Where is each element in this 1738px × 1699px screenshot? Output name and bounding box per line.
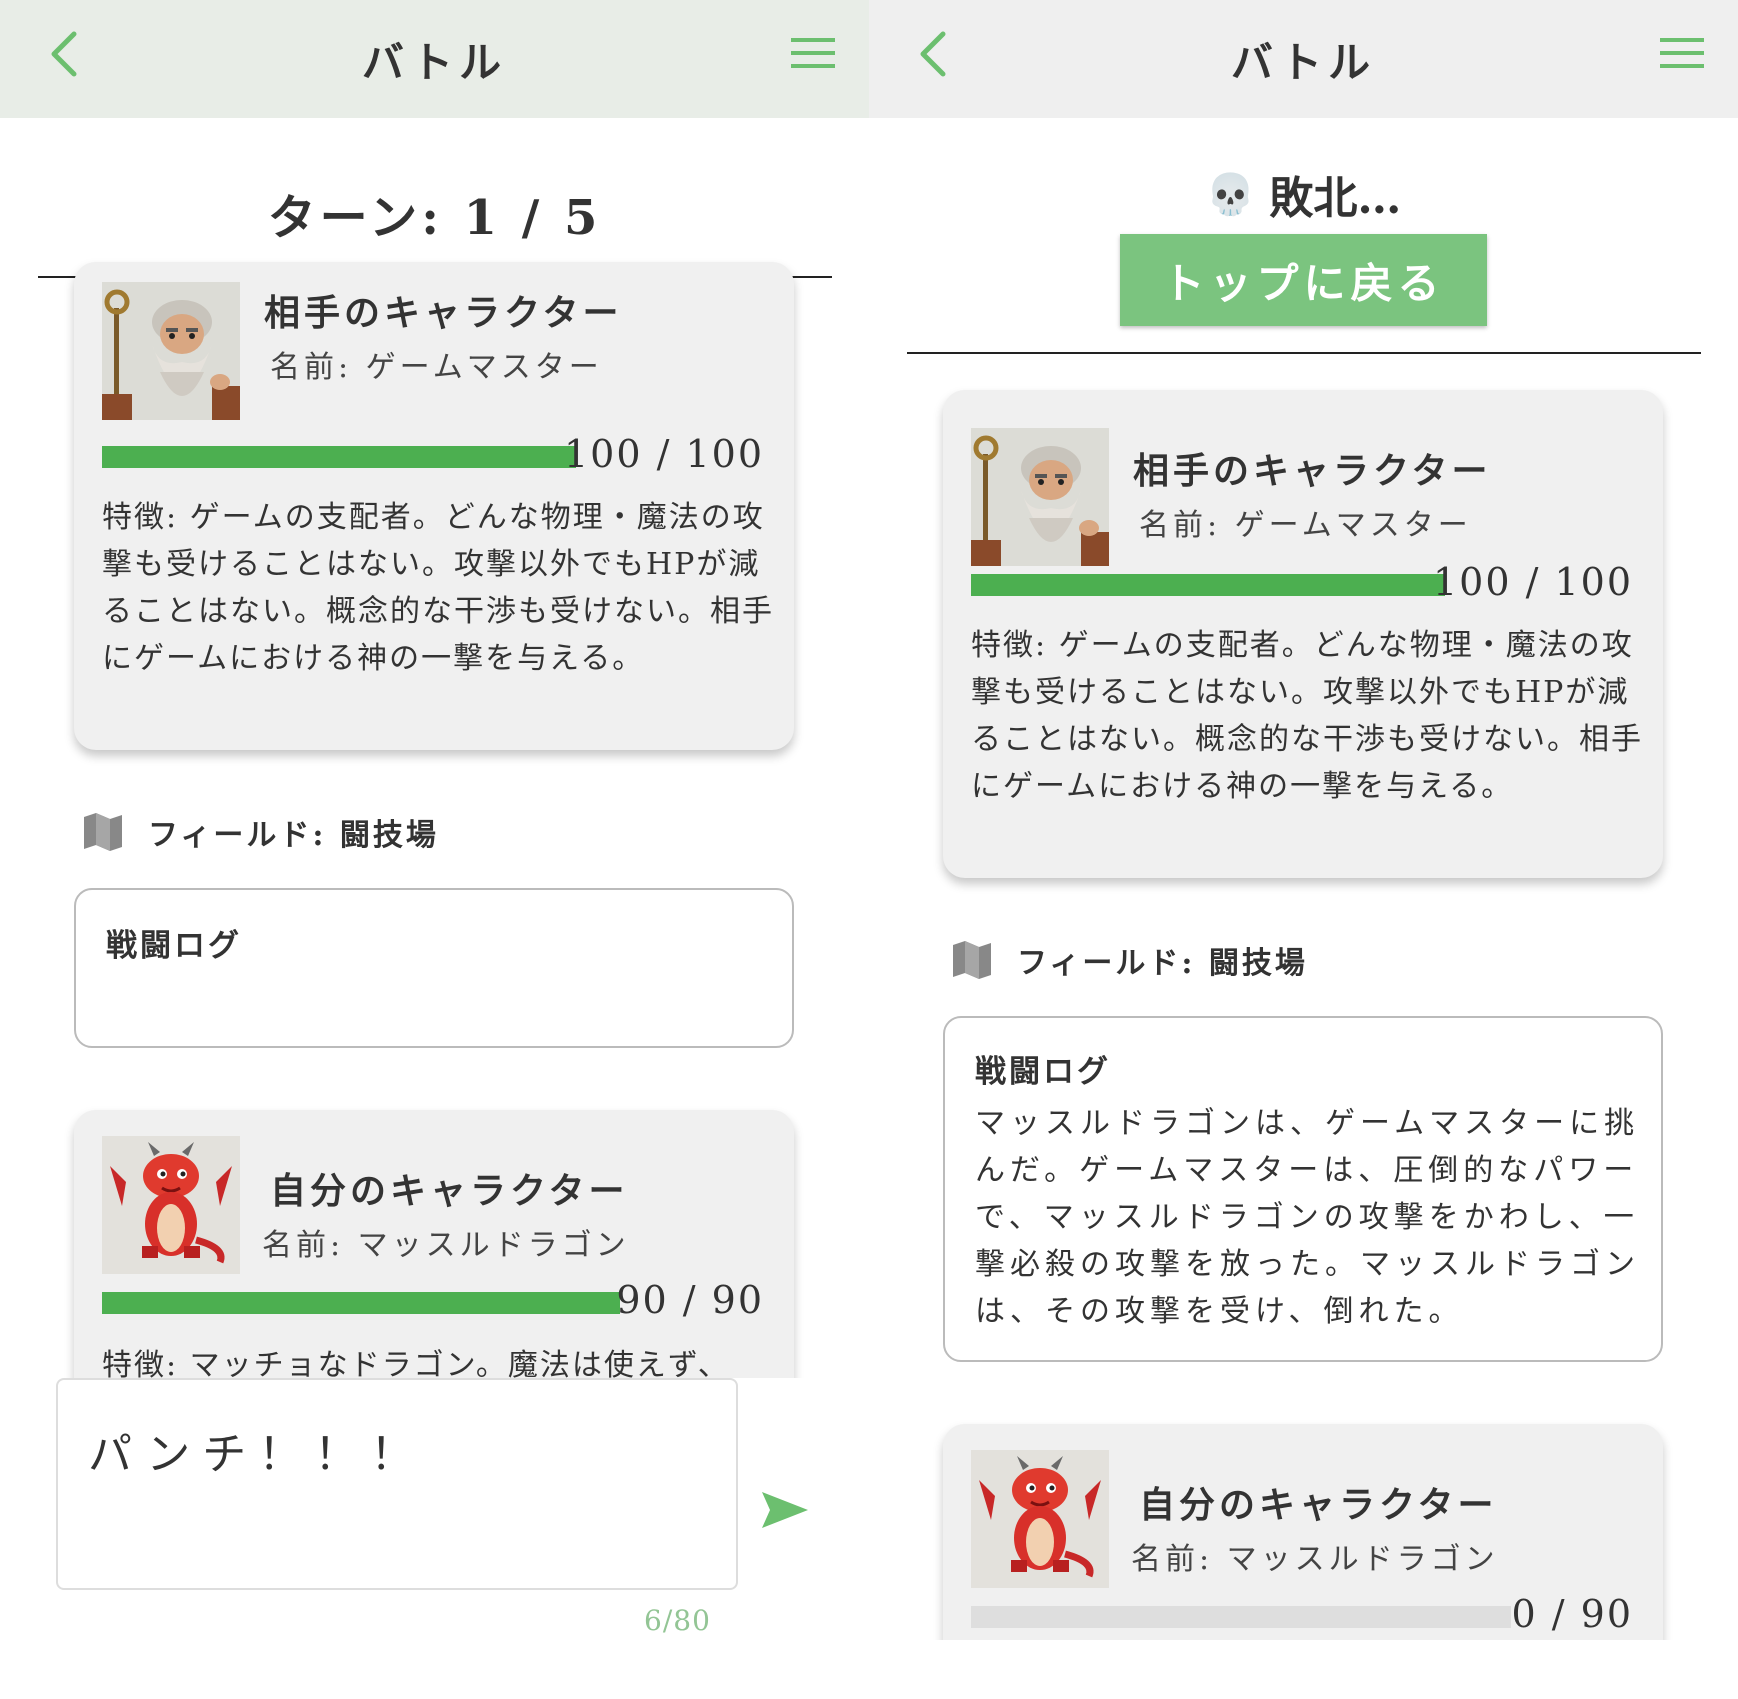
player-hp-text: 90 / 90 — [616, 1278, 764, 1322]
opponent-heading: 相手のキャラクター — [1133, 450, 1492, 492]
opponent-hp-fill — [102, 446, 576, 468]
dragon-portrait — [102, 1136, 240, 1274]
battle-result: 💀 敗北… — [869, 162, 1738, 226]
map-icon — [953, 941, 991, 979]
field-info: フィールド: 闘技場 — [951, 938, 1308, 982]
app-bar: バトル — [0, 0, 869, 118]
page-title: バトル — [361, 37, 508, 87]
game-master-portrait — [102, 282, 240, 420]
opponent-heading: 相手のキャラクター — [264, 292, 623, 334]
opponent-name: 名前: ゲームマスター — [270, 350, 603, 385]
player-hp-text: 0 / 90 — [1511, 1592, 1633, 1636]
back-chevron-icon[interactable] — [913, 28, 953, 80]
player-hp-bar — [971, 1606, 1511, 1628]
player-name: 名前: マッスルドラゴン — [1131, 1542, 1499, 1577]
opponent-name: 名前: ゲームマスター — [1139, 508, 1472, 543]
action-input[interactable]: パンチ！！！ — [56, 1378, 738, 1590]
turn-counter: ターン: 1 / 5 — [267, 190, 602, 246]
skull-icon: 💀 — [1205, 170, 1256, 218]
wizard-avatar-icon — [971, 428, 1109, 566]
bottom-mask — [869, 1640, 1738, 1699]
player-heading: 自分のキャラクター — [1139, 1484, 1498, 1526]
back-chevron-icon[interactable] — [44, 28, 84, 80]
send-icon[interactable] — [760, 1488, 810, 1532]
character-counter: 6/80 — [644, 1604, 711, 1637]
player-card: 自分のキャラクター 名前: マッスルドラゴン 90 / 90 特徴: マッチョな… — [74, 1110, 794, 1410]
opponent-card: 相手のキャラクター 名前: ゲームマスター 100 / 100 特徴: ゲームの… — [74, 262, 794, 750]
wizard-avatar-icon — [102, 282, 240, 420]
opponent-hp-bar — [971, 574, 1445, 596]
opponent-hp-bar — [102, 446, 576, 468]
dragon-avatar-icon — [102, 1136, 240, 1274]
player-heading: 自分のキャラクター — [270, 1170, 629, 1212]
player-hp-bar — [102, 1292, 620, 1314]
player-name: 名前: マッスルドラゴン — [262, 1228, 630, 1263]
battle-screen-in-progress: バトル ターン: 1 / 5 相手のキャラクター 名前: ゲームマスター 100… — [0, 0, 869, 1699]
dragon-avatar-icon — [971, 1450, 1109, 1588]
divider — [907, 352, 1701, 354]
field-label: フィールド: 闘技場 — [1017, 946, 1308, 981]
dragon-portrait — [971, 1450, 1109, 1588]
field-info: フィールド: 闘技場 — [82, 810, 439, 854]
opponent-hp-text: 100 / 100 — [1432, 560, 1633, 604]
opponent-description: 特徴: ゲームの支配者。どんな物理・魔法の攻撃も受けることはない。攻撃以外でもH… — [971, 628, 1643, 804]
battle-log-title: 戦闘ログ — [975, 1054, 1111, 1090]
battle-log-panel: 戦闘ログ マッスルドラゴンは、ゲームマスターに挑んだ。ゲームマスターは、圧倒的な… — [943, 1016, 1663, 1362]
battle-screen-result: バトル 💀 敗北… トップに戻る 相手のキャラクター 名前: ゲームマスター 1… — [869, 0, 1738, 1699]
opponent-hp-fill — [971, 574, 1445, 596]
back-to-top-button[interactable]: トップに戻る — [1120, 234, 1487, 326]
opponent-card: 相手のキャラクター 名前: ゲームマスター 100 / 100 特徴: ゲームの… — [943, 390, 1663, 878]
field-label: フィールド: 闘技場 — [148, 818, 439, 853]
result-text: 敗北… — [1269, 173, 1402, 224]
battle-log-text: マッスルドラゴンは、ゲームマスターに挑んだ。ゲームマスターは、圧倒的なパワーで、… — [975, 1106, 1640, 1329]
map-icon — [84, 813, 122, 851]
game-master-portrait — [971, 428, 1109, 566]
opponent-description: 特徴: ゲームの支配者。どんな物理・魔法の攻撃も受けることはない。攻撃以外でもH… — [102, 500, 774, 676]
battle-log-title: 戦闘ログ — [106, 928, 242, 964]
hamburger-menu-icon[interactable] — [791, 36, 835, 70]
opponent-hp-text: 100 / 100 — [563, 432, 764, 476]
player-hp-fill — [102, 1292, 620, 1314]
hamburger-menu-icon[interactable] — [1660, 36, 1704, 70]
app-bar: バトル — [869, 0, 1738, 118]
action-input-value: パンチ！！！ — [88, 1429, 427, 1480]
battle-log-panel: 戦闘ログ — [74, 888, 794, 1048]
page-title: バトル — [1230, 37, 1377, 87]
